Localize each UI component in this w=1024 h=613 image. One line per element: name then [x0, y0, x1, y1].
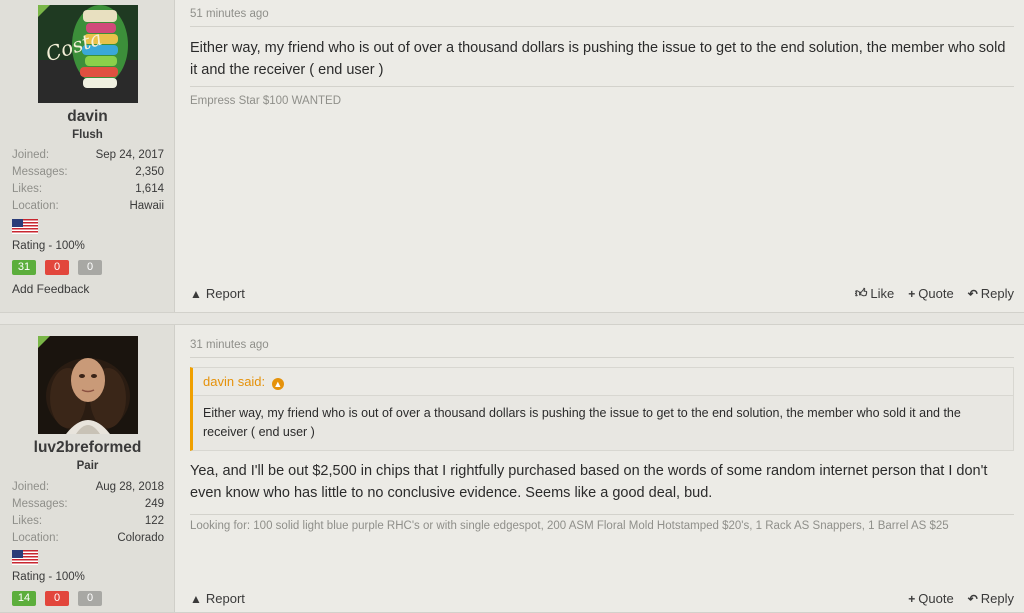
plus-icon: + [908, 591, 916, 606]
post-timestamp[interactable]: 51 minutes ago [190, 8, 269, 20]
post-message: Either way, my friend who is out of over… [190, 40, 1006, 78]
post-message: Yea, and I'll be out $2,500 in chips tha… [190, 463, 988, 501]
stat-location: Location: Colorado [12, 530, 164, 547]
like-label: Like [870, 286, 895, 301]
quote-author: davin said: [203, 374, 266, 389]
stat-value: Hawaii [129, 200, 164, 212]
positive-feedback-badge[interactable]: 14 [12, 591, 36, 606]
thumbs-up-icon: 👍︎ [854, 286, 868, 300]
reply-button[interactable]: ↶ Reply [968, 591, 1014, 606]
stat-value: 122 [144, 515, 164, 527]
report-label: Report [205, 591, 245, 606]
plus-icon: + [908, 286, 916, 301]
like-button[interactable]: 👍︎ Like [855, 286, 894, 301]
us-flag-icon [12, 550, 38, 565]
post-actions: 👍︎ Like + Quote ↶ Reply [855, 286, 1014, 301]
user-stats: Joined: Aug 28, 2018 Messages: 249 Likes: 1… [12, 479, 164, 547]
quote-button[interactable]: + Quote [908, 591, 953, 606]
neutral-feedback-badge[interactable]: 0 [78, 591, 102, 606]
user-info-panel: Costa davin Flush Joined: Sep 24, 2017 Me… [0, 0, 175, 312]
stat-value: 249 [144, 498, 164, 510]
stat-label: Messages: [12, 498, 68, 510]
stat-likes: Likes: 1,614 [12, 181, 164, 198]
stat-label: Joined: [12, 481, 50, 493]
divider [190, 357, 1014, 358]
post-timestamp[interactable]: 31 minutes ago [190, 339, 269, 351]
reply-label: Reply [980, 286, 1014, 301]
user-title: Pair [76, 460, 99, 472]
signature: Empress Star $100 WANTED [190, 95, 342, 107]
stat-label: Joined: [12, 149, 50, 161]
positive-feedback-badge[interactable]: 31 [12, 260, 36, 275]
feedback-badges: 31 0 0 [12, 260, 102, 275]
warning-icon: ▲ [190, 591, 202, 606]
user-info-panel: luv2breformed Pair Joined: Aug 28, 2018 M… [0, 325, 175, 612]
reply-arrow-icon: ↶ [967, 286, 978, 301]
stat-likes: Likes: 122 [12, 513, 164, 530]
reply-button[interactable]: ↶ Reply [968, 286, 1014, 301]
rating-label: Rating - 100% [12, 240, 85, 252]
stat-value: Aug 28, 2018 [95, 481, 164, 493]
signature-divider [190, 514, 1014, 515]
go-to-quote-icon[interactable]: ▲ [271, 378, 284, 390]
reply-arrow-icon: ↶ [967, 591, 978, 606]
quote-label: Quote [918, 591, 954, 606]
quote-block: davin said: ▲ Either way, my friend who … [190, 367, 1014, 451]
stat-label: Likes: [12, 515, 43, 527]
stat-label: Likes: [12, 183, 43, 195]
stat-messages: Messages: 249 [12, 496, 164, 513]
post-luv2breformed: luv2breformed Pair Joined: Aug 28, 2018 M… [0, 324, 1024, 613]
quote-label: Quote [918, 286, 954, 301]
online-indicator [38, 336, 50, 348]
us-flag-icon [12, 219, 38, 234]
negative-feedback-badge[interactable]: 0 [45, 260, 69, 275]
report-button[interactable]: ▲ Report [190, 286, 245, 301]
stat-value: Colorado [117, 532, 164, 544]
post-body: 31 minutes ago davin said: ▲ Either way,… [176, 325, 1024, 612]
add-feedback-link[interactable]: Add Feedback [12, 282, 89, 296]
warning-icon: ▲ [190, 286, 202, 301]
stat-location: Location: Hawaii [12, 198, 164, 215]
negative-feedback-badge[interactable]: 0 [45, 591, 69, 606]
neutral-feedback-badge[interactable]: 0 [78, 260, 102, 275]
post-actions: + Quote ↶ Reply [908, 591, 1014, 606]
avatar[interactable] [38, 336, 138, 434]
report-label: Report [205, 286, 245, 301]
user-stats: Joined: Sep 24, 2017 Messages: 2,350 Likes… [12, 147, 164, 215]
post-body: 51 minutes ago Either way, my friend who… [176, 0, 1024, 312]
stat-value: 1,614 [135, 183, 164, 195]
online-indicator [38, 5, 50, 17]
stat-joined: Joined: Sep 24, 2017 [12, 147, 164, 164]
post-davin: Costa davin Flush Joined: Sep 24, 2017 Me… [0, 0, 1024, 313]
stat-label: Location: [12, 532, 59, 544]
stat-joined: Joined: Aug 28, 2018 [12, 479, 164, 496]
username[interactable]: luv2breformed [0, 439, 175, 457]
signature: Looking for: 100 solid light blue purple… [190, 520, 949, 532]
stat-label: Messages: [12, 166, 68, 178]
signature-divider [190, 86, 1014, 87]
quote-header[interactable]: davin said: ▲ [193, 368, 1013, 396]
stat-messages: Messages: 2,350 [12, 164, 164, 181]
rating-label: Rating - 100% [12, 571, 85, 583]
stat-value: Sep 24, 2017 [95, 149, 164, 161]
user-title: Flush [72, 129, 103, 141]
quote-button[interactable]: + Quote [908, 286, 953, 301]
quote-text: Either way, my friend who is out of over… [203, 406, 961, 439]
username[interactable]: davin [0, 108, 175, 126]
stat-label: Location: [12, 200, 59, 212]
stat-value: 2,350 [135, 166, 164, 178]
feedback-badges: 14 0 0 [12, 591, 102, 606]
divider [190, 26, 1014, 27]
reply-label: Reply [980, 591, 1014, 606]
report-button[interactable]: ▲ Report [190, 591, 245, 606]
avatar[interactable]: Costa [38, 5, 138, 103]
